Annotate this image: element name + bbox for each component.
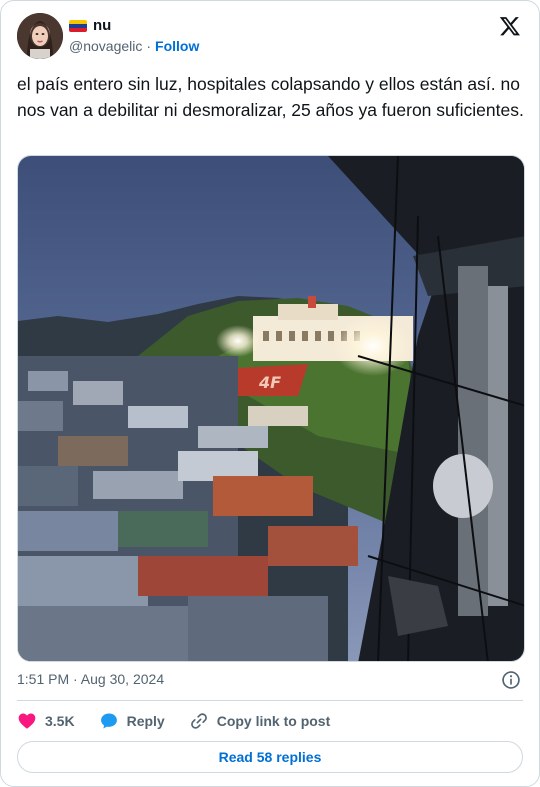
read-replies-button[interactable]: Read 58 replies (17, 741, 523, 773)
copy-link-label: Copy link to post (216, 713, 331, 729)
reply-bubble-icon (100, 713, 117, 729)
tweet-text: el país entero sin luz, hospitales colap… (17, 74, 524, 120)
avatar[interactable] (17, 13, 63, 59)
like-count: 3.5K (45, 713, 75, 729)
handle-line: @novagelic · Follow (69, 38, 199, 54)
action-bar: 3.5K Reply Copy link to post (17, 709, 330, 733)
reply-button[interactable]: Reply (99, 711, 165, 731)
reply-label: Reply (126, 713, 165, 729)
link-icon (190, 713, 207, 729)
x-logo-icon[interactable] (499, 15, 521, 37)
follow-button[interactable]: Follow (155, 38, 199, 54)
tweet-timestamp[interactable]: 1:51 PM · Aug 30, 2024 (17, 671, 164, 687)
heart-icon (18, 713, 36, 729)
tweet-photo[interactable]: 4F (17, 155, 525, 662)
copy-link-button[interactable]: Copy link to post (189, 711, 331, 731)
tweet-header: nu @novagelic · Follow (17, 13, 523, 61)
user-handle[interactable]: @novagelic (69, 38, 142, 54)
display-name[interactable]: nu (93, 17, 111, 34)
sign-4f-text: 4F (258, 373, 281, 392)
venezuela-flag-icon (69, 19, 87, 32)
info-icon[interactable] (501, 670, 521, 690)
like-button[interactable]: 3.5K (17, 711, 75, 731)
photo-scene: 4F (18, 156, 524, 661)
name-line: nu (69, 17, 111, 34)
tweet-card: nu @novagelic · Follow el país entero si… (0, 0, 540, 787)
separator: · (146, 38, 152, 54)
divider (17, 700, 523, 701)
